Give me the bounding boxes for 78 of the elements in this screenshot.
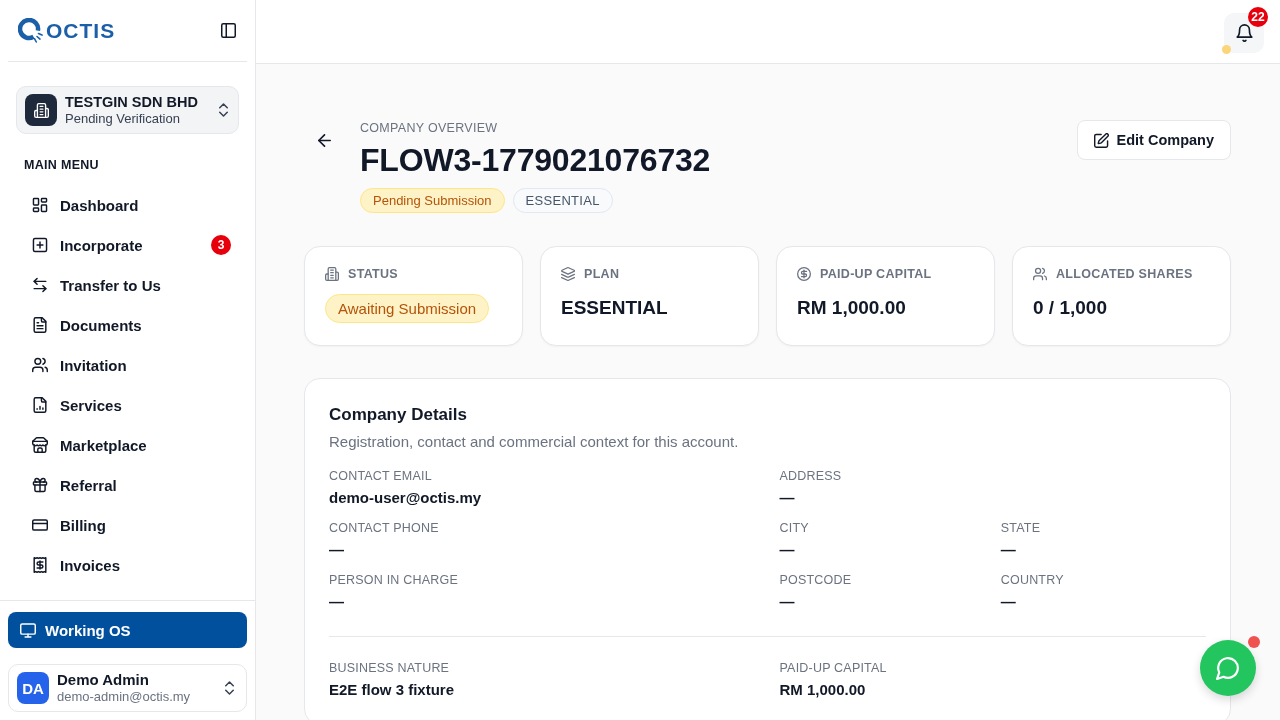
- sidebar-item[interactable]: Incorporate 3: [16, 225, 239, 265]
- layers-icon: [561, 267, 575, 281]
- status-dot-icon: [1222, 45, 1231, 54]
- working-os-button[interactable]: Working OS: [8, 612, 247, 648]
- status-badge: Awaiting Submission: [325, 294, 490, 323]
- field-label: ADDRESS: [779, 468, 843, 484]
- chart-file-icon: [32, 397, 48, 413]
- field-value: —: [779, 592, 796, 612]
- logo-text: OCTIS: [46, 18, 116, 43]
- sidebar-item[interactable]: Dashboard: [16, 185, 239, 225]
- page-title: FLOW3-1779021076732: [360, 141, 711, 180]
- status-badge: Pending Submission: [360, 188, 505, 213]
- field-value: —: [329, 540, 345, 560]
- field-label: PAID-UP CAPITAL: [779, 660, 888, 676]
- pencil-square-icon: [1093, 132, 1109, 148]
- credit-card-icon: [32, 517, 48, 533]
- gift-icon: [32, 477, 48, 493]
- notifications-button[interactable]: 22: [1222, 7, 1268, 54]
- field-label: CONTACT PHONE: [329, 520, 440, 536]
- panel-icon: [221, 23, 236, 38]
- chat-bubble-icon: [1216, 656, 1240, 680]
- sidebar-item[interactable]: Transfer to Us: [16, 265, 239, 305]
- card-label: ALLOCATED SHARES: [1056, 267, 1193, 281]
- field-value: demo-user@octis.my: [329, 488, 483, 508]
- sidebar-item[interactable]: Invoices: [16, 545, 239, 585]
- field-label: CITY: [779, 520, 810, 536]
- field-label: POSTCODE: [779, 572, 853, 588]
- plus-square-icon: [32, 237, 48, 253]
- card-value: 0 / 1,000: [1033, 296, 1107, 320]
- chevron-up-down-icon: [225, 681, 234, 695]
- sidebar-item[interactable]: Referral: [16, 465, 239, 505]
- field-label: CONTACT EMAIL: [329, 468, 433, 484]
- card-value: RM 1,000.00: [797, 296, 906, 320]
- sidebar-toggle-button[interactable]: [221, 23, 236, 38]
- bell-icon: [1235, 24, 1253, 42]
- avatar: DA: [17, 672, 49, 704]
- document-icon: [32, 317, 48, 333]
- receipt-icon: [32, 557, 48, 573]
- field-label: STATE: [1000, 520, 1042, 536]
- sidebar-item[interactable]: Billing: [16, 505, 239, 545]
- layout-grid-icon: [32, 197, 48, 213]
- users-icon: [32, 357, 48, 373]
- sidebar-item[interactable]: Documents: [16, 305, 239, 345]
- building-icon: [325, 267, 339, 281]
- logo-icon: [18, 17, 44, 44]
- field-label: PERSON IN CHARGE: [329, 572, 459, 588]
- monitor-icon: [20, 622, 36, 638]
- users-icon: [1033, 267, 1047, 281]
- card-label: STATUS: [348, 267, 398, 281]
- field-label: COUNTRY: [1000, 572, 1065, 588]
- swap-arrows-icon: [32, 277, 48, 293]
- field-value: —: [779, 540, 796, 560]
- store-icon: [32, 437, 48, 453]
- menu-section-title: MAIN MENU: [24, 157, 100, 173]
- field-label: BUSINESS NATURE: [329, 660, 451, 676]
- sidebar-item[interactable]: Services: [16, 385, 239, 425]
- dollar-circle-icon: [797, 267, 811, 281]
- edit-company-button[interactable]: Edit Company: [1076, 120, 1231, 160]
- field-value: —: [329, 592, 345, 612]
- field-value: —: [1000, 592, 1017, 612]
- notification-count-badge: 22: [1248, 7, 1268, 27]
- sidebar-item[interactable]: Invitation: [16, 345, 239, 385]
- section-description: Registration, contact and commercial context for this account.: [329, 432, 740, 452]
- section-title: Company Details: [329, 404, 468, 426]
- building-icon: [25, 94, 57, 126]
- field-value: —: [1000, 540, 1017, 560]
- chevron-up-down-icon: [219, 103, 228, 117]
- page-overline: COMPANY OVERVIEW: [360, 120, 499, 136]
- sidebar-item[interactable]: Marketplace: [16, 425, 239, 465]
- field-value: —: [779, 488, 796, 508]
- status-badge: ESSENTIAL: [512, 188, 613, 213]
- company-switcher[interactable]: TESTGIN SDN BHD Pending Verification: [16, 86, 239, 134]
- count-badge: 3: [211, 235, 231, 255]
- card-label: PLAN: [584, 267, 620, 281]
- card-value: ESSENTIAL: [561, 296, 668, 320]
- card-label: PAID-UP CAPITAL: [820, 267, 932, 281]
- field-value: RM 1,000.00: [779, 680, 867, 700]
- field-value: E2E flow 3 fixture: [329, 680, 456, 700]
